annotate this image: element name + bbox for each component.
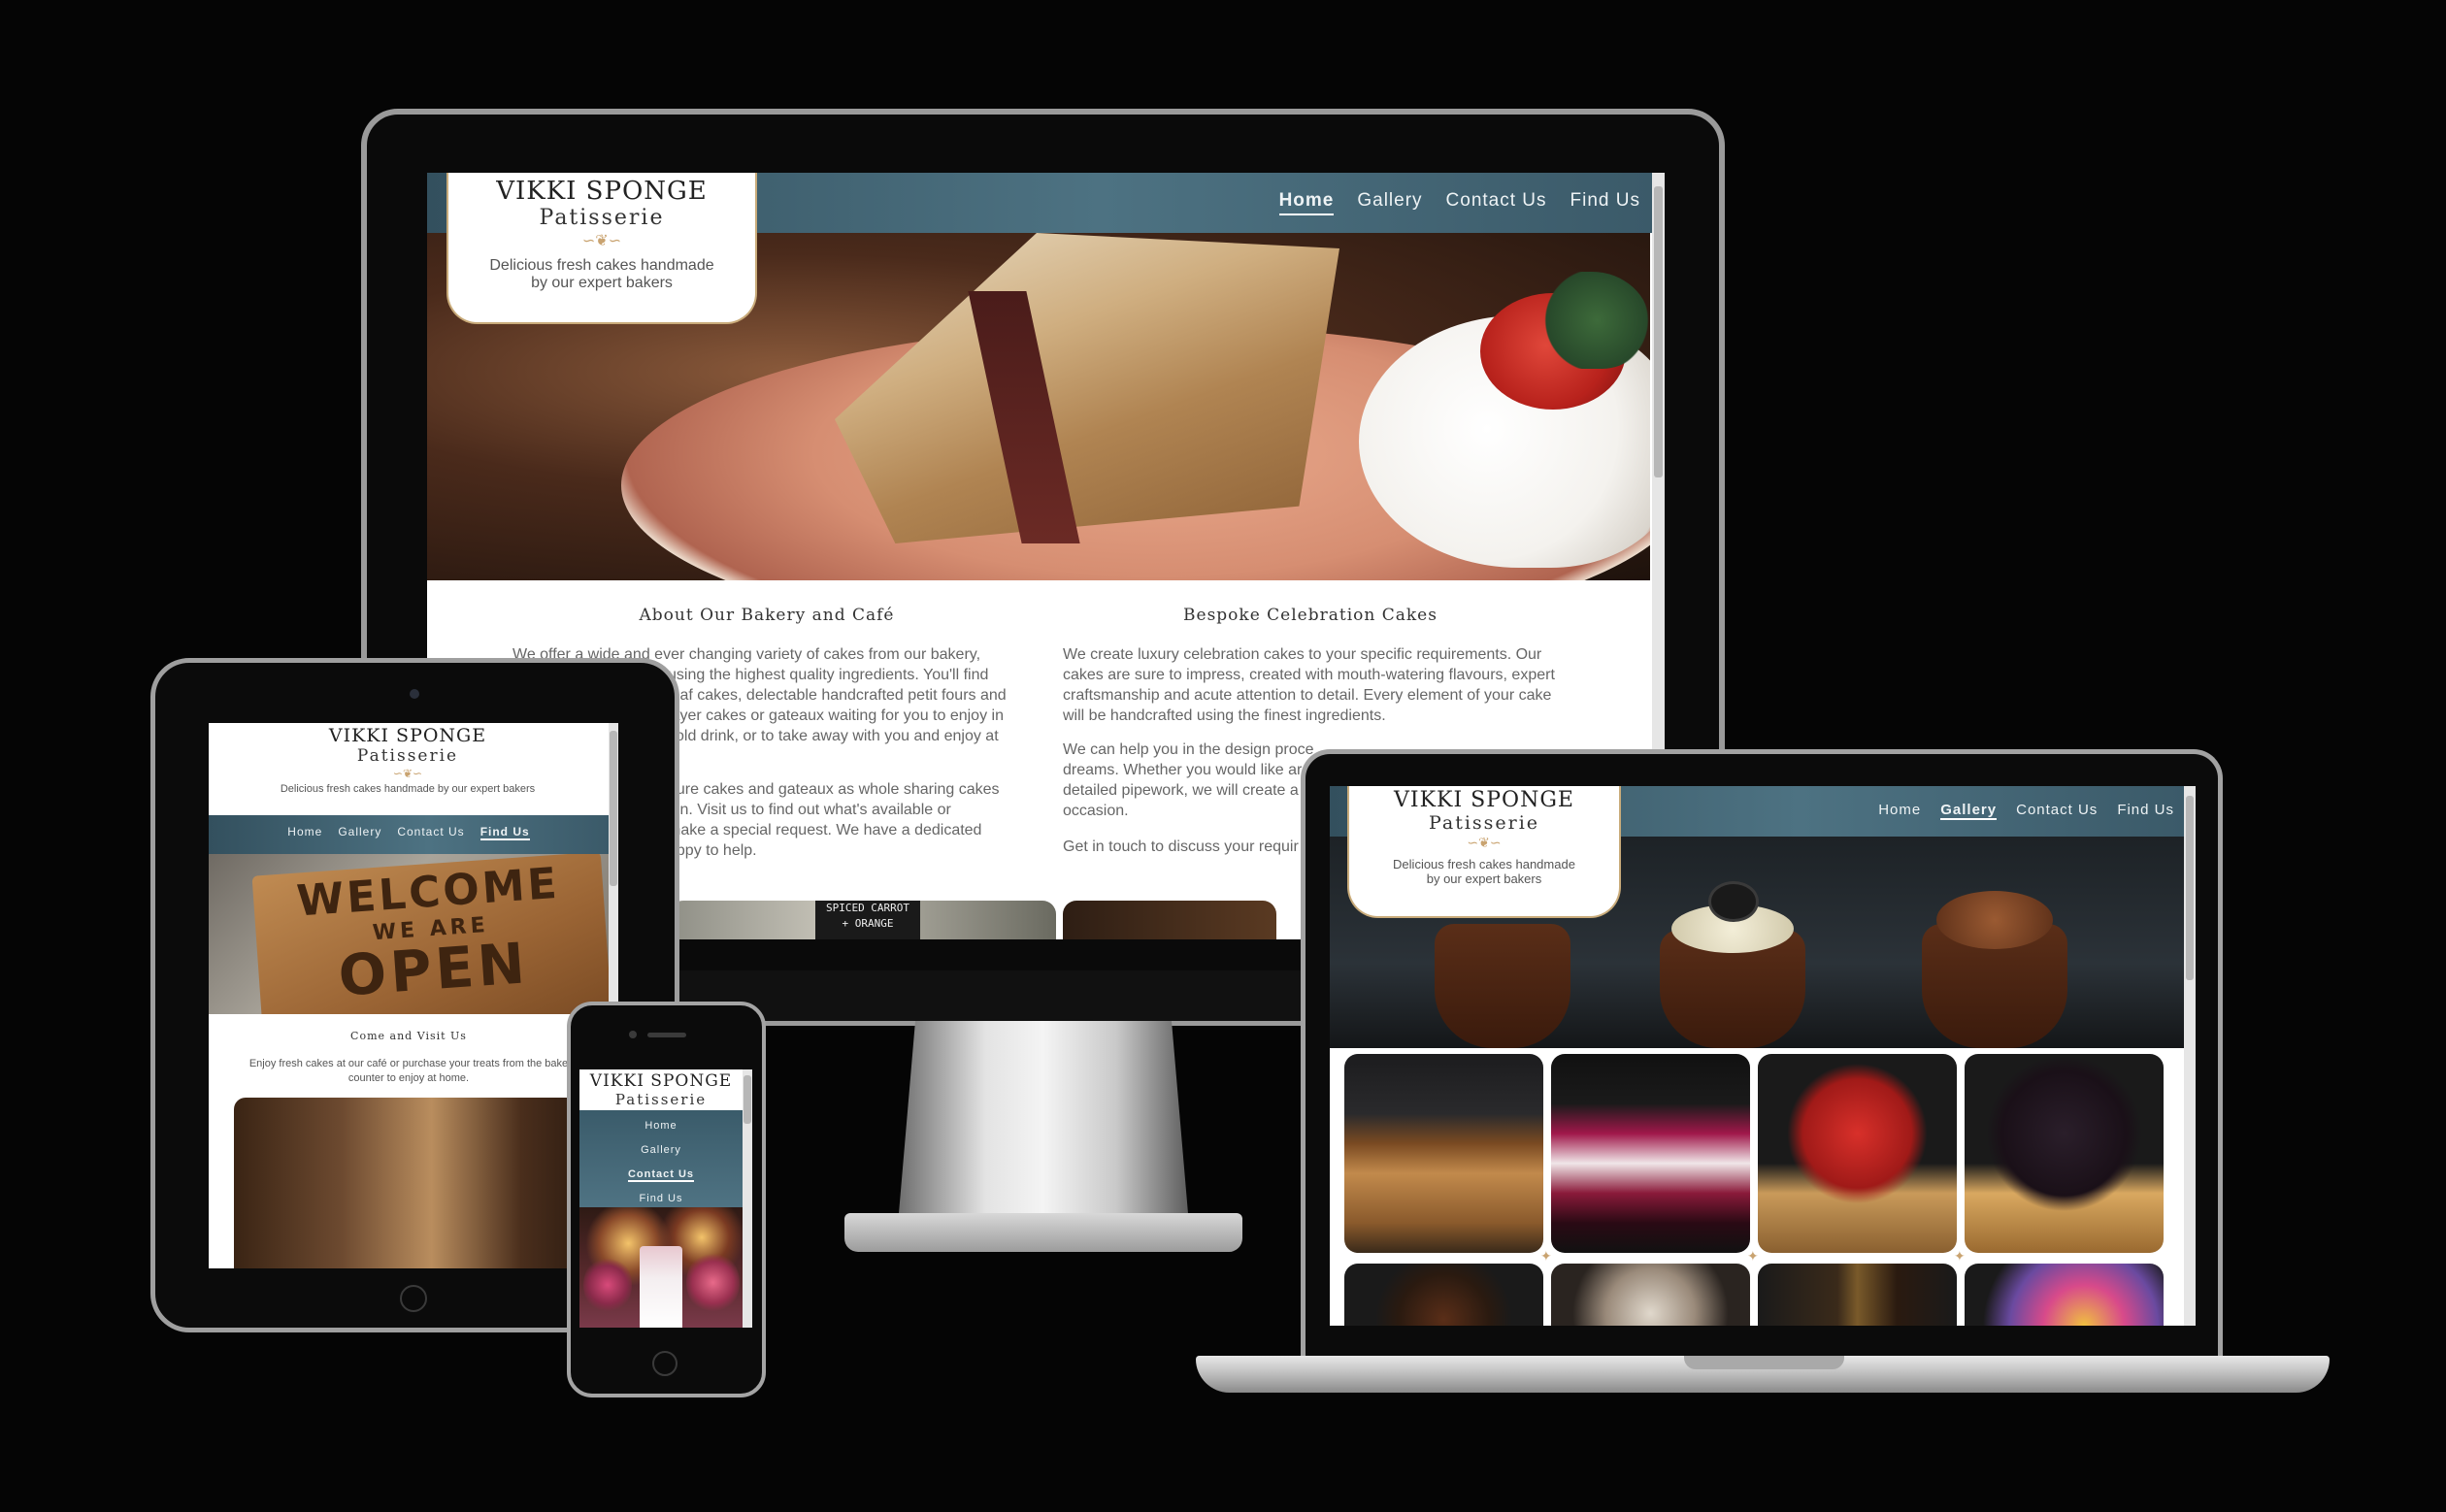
- tablet-header: VIKKI SPONGE Patisserie ∽❦∽ Delicious fr…: [209, 723, 607, 795]
- laptop-nav-contact[interactable]: Contact Us: [2016, 802, 2098, 820]
- tablet-screen: VIKKI SPONGE Patisserie ∽❦∽ Delicious fr…: [209, 723, 618, 1268]
- gallery-divider-ornament-icon: ✦: [1954, 1249, 1966, 1265]
- tablet-brand-title: VIKKI SPONGE: [328, 725, 487, 746]
- phone-nav-gallery[interactable]: Gallery: [641, 1144, 681, 1156]
- chalk-line: + ORANGE: [842, 917, 894, 930]
- phone-header: VIKKI SPONGE Patisserie: [579, 1069, 743, 1108]
- tablet-nav-home[interactable]: Home: [287, 825, 322, 840]
- tablet-cafe-window-image: [234, 1098, 593, 1268]
- cake-slice-shape: [835, 233, 1339, 543]
- gallery-tile-sprinkles[interactable]: [1965, 1264, 2164, 1326]
- desktop-nav-contact[interactable]: Contact Us: [1446, 190, 1547, 215]
- desktop-brand-subtitle: Patisserie: [539, 206, 665, 230]
- bespoke-line: We create luxury celebration cakes to yo…: [1063, 646, 1542, 663]
- desktop-logo-card[interactable]: VIKKI SPONGE Patisserie ∽❦∽ Delicious fr…: [446, 173, 757, 324]
- tablet-home-button-icon[interactable]: [400, 1285, 427, 1312]
- gallery-tile-candles[interactable]: [1758, 1264, 1957, 1326]
- phone-speaker-icon: [647, 1033, 686, 1037]
- desktop-cafe-image: SPICED CARROT + ORANGE: [670, 901, 1056, 939]
- wedding-cake-shape: [640, 1246, 682, 1328]
- laptop-tagline-1: Delicious fresh cakes handmade: [1393, 857, 1575, 871]
- flowers-left-shape: [583, 1256, 632, 1314]
- desktop-monitor-stand: [898, 1021, 1189, 1225]
- tablet-nav-gallery[interactable]: Gallery: [338, 825, 381, 840]
- gallery-tile-chocolate-swirl[interactable]: [1344, 1264, 1543, 1326]
- desktop-ornament-icon: ∽❦∽: [581, 231, 622, 249]
- phone-brand-subtitle: Patisserie: [614, 1091, 708, 1108]
- laptop-nav-menu: Home Gallery Contact Us Find Us: [1844, 802, 2174, 820]
- desktop-brand-title: VIKKI SPONGE: [496, 177, 708, 206]
- tablet-nav-contact[interactable]: Contact Us: [397, 825, 464, 840]
- laptop-nav-find[interactable]: Find Us: [2117, 802, 2174, 820]
- tablet-nav-menu: Home Gallery Contact Us Find Us: [209, 825, 609, 840]
- bespoke-line: will be handcrafted using the finest ing…: [1063, 707, 1386, 724]
- tablet-scrollbar-thumb[interactable]: [610, 731, 617, 886]
- laptop-screen: Home Gallery Contact Us Find Us VIKKI SP…: [1330, 786, 2196, 1326]
- gallery-tile-blueberry-tart[interactable]: [1965, 1054, 2164, 1253]
- wooden-sign-shape: WELCOME WE ARE OPEN: [251, 854, 609, 1014]
- laptop-nav-gallery[interactable]: Gallery: [1940, 802, 1998, 820]
- chalkboard-sign: SPICED CARROT + ORANGE: [815, 901, 920, 939]
- phone-nav-menu: Home Gallery Contact Us Find Us: [579, 1114, 743, 1211]
- laptop-nav-home[interactable]: Home: [1878, 802, 1921, 820]
- desktop-scrollbar-thumb[interactable]: [1654, 186, 1663, 477]
- chalk-line: SPICED CARROT: [825, 902, 910, 914]
- phone-home-button-icon[interactable]: [652, 1351, 678, 1376]
- laptop-logo-card[interactable]: VIKKI SPONGE Patisserie ∽❦∽ Delicious fr…: [1347, 786, 1621, 918]
- gallery-tile-strawberry-tart[interactable]: [1758, 1054, 1957, 1253]
- desktop-about-heading: About Our Bakery and Café: [639, 606, 895, 625]
- chocolate-cup-left: [1435, 924, 1570, 1048]
- tablet-visit-heading: Come and Visit Us: [350, 1030, 467, 1042]
- visit-line: Enjoy fresh cakes at our café or purchas…: [248, 1058, 569, 1069]
- phone-scrollbar-thumb[interactable]: [744, 1075, 751, 1124]
- laptop-ornament-icon: ∽❦∽: [1467, 836, 1502, 851]
- laptop-trackpad-notch: [1684, 1356, 1844, 1369]
- laptop-brand-title: VIKKI SPONGE: [1394, 788, 1574, 812]
- phone-brand-title: VIKKI SPONGE: [589, 1071, 733, 1091]
- desktop-tagline-1: Delicious fresh cakes handmade: [489, 257, 714, 274]
- desktop-bespoke-heading: Bespoke Celebration Cakes: [1183, 606, 1438, 625]
- laptop-scrollbar-thumb[interactable]: [2186, 796, 2194, 980]
- phone-nav-find[interactable]: Find Us: [640, 1193, 683, 1204]
- tablet-visit-text: Enjoy fresh cakes at our café or purchas…: [209, 1057, 609, 1086]
- laptop-tagline-2: by our expert bakers: [1426, 871, 1542, 886]
- laptop-brand-subtitle: Patisserie: [1428, 812, 1540, 834]
- tablet-welcome-sign-image: WELCOME WE ARE OPEN: [209, 854, 609, 1014]
- phone-nav-home[interactable]: Home: [645, 1120, 677, 1132]
- gallery-tile-crumble[interactable]: [1551, 1264, 1750, 1326]
- desktop-nav-menu: Home Gallery Contact Us Find Us: [1262, 190, 1640, 215]
- desktop-nav-home[interactable]: Home: [1278, 190, 1335, 215]
- tablet-ornament-icon: ∽❦∽: [392, 767, 423, 780]
- tablet-tagline: Delicious fresh cakes handmade by our ex…: [280, 783, 536, 795]
- desktop-celebration-image: [1063, 901, 1276, 939]
- tablet-brand-subtitle: Patisserie: [356, 746, 459, 766]
- strawberry-leaves-shape: [1543, 272, 1650, 369]
- desktop-nav-find[interactable]: Find Us: [1570, 190, 1640, 215]
- chocolate-mousse-right: [1936, 891, 2053, 949]
- gallery-tile-layer-cake[interactable]: [1344, 1054, 1543, 1253]
- desktop-tagline-2: by our expert bakers: [531, 275, 673, 291]
- visit-line: counter to enjoy at home.: [347, 1072, 470, 1084]
- gallery-divider-ornament-icon: ✦: [1540, 1249, 1552, 1265]
- bespoke-line: cakes are sure to impress, created with …: [1063, 667, 1555, 683]
- gallery-tile-mousse-slice[interactable]: [1551, 1054, 1750, 1253]
- desktop-monitor-base: [844, 1213, 1242, 1252]
- desktop-nav-gallery[interactable]: Gallery: [1357, 190, 1422, 215]
- tablet-camera-icon: [410, 689, 419, 699]
- flowers-right-shape: [686, 1251, 740, 1314]
- bespoke-line: craftsmanship and acute attention to det…: [1063, 687, 1552, 704]
- cookie-topping-shape: [1708, 881, 1759, 922]
- phone-screen: VIKKI SPONGE Patisserie Home Gallery Con…: [579, 1069, 752, 1328]
- laptop-gallery-grid: ✦ ✦ ✦: [1330, 1048, 2184, 1326]
- phone-nav-contact[interactable]: Contact Us: [627, 1168, 695, 1182]
- tablet-nav-find[interactable]: Find Us: [479, 825, 530, 840]
- phone-wedding-cake-image: [579, 1207, 743, 1328]
- phone-camera-icon: [629, 1031, 637, 1038]
- gallery-divider-ornament-icon: ✦: [1747, 1249, 1759, 1265]
